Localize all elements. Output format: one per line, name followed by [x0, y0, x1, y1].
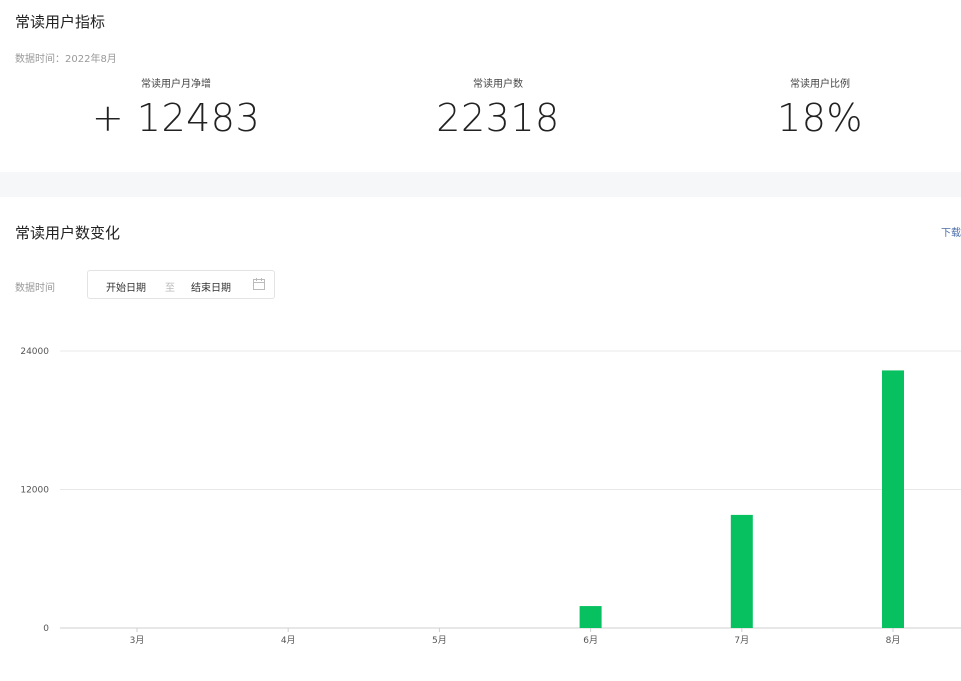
metric-reader-ratio-value: 18%: [777, 96, 863, 140]
x-tick-label: 7月: [734, 635, 749, 646]
x-tick-label: 8月: [886, 635, 901, 646]
date-range-separator: 至: [165, 283, 175, 294]
date-range-picker[interactable]: 开始日期 至 结束日期: [87, 270, 275, 299]
y-tick-label: 24000: [20, 347, 49, 357]
bar: [730, 514, 753, 628]
x-tick-label: 5月: [432, 635, 447, 646]
metrics-section-title: 常读用户指标: [15, 13, 106, 31]
metric-net-growth-label: 常读用户月净增: [141, 79, 211, 90]
bar: [579, 606, 602, 628]
x-tick-label: 4月: [281, 635, 296, 646]
data-time-label: 数据时间：2022年8月: [15, 54, 117, 65]
metric-net-growth: 常读用户月净增 + 12483: [46, 78, 306, 140]
metric-reader-count-label: 常读用户数: [473, 79, 523, 90]
metric-net-growth-value: + 12483: [91, 96, 261, 140]
end-date-input[interactable]: 结束日期: [191, 279, 231, 294]
section-divider: [0, 172, 961, 197]
calendar-icon[interactable]: [253, 278, 265, 290]
x-tick-label: 3月: [130, 635, 145, 646]
metric-reader-count-value: 22318: [436, 96, 560, 140]
page: 常读用户指标 数据时间：2022年8月 常读用户月净增 + 12483 常读用户…: [0, 0, 961, 681]
y-tick-label: 12000: [20, 486, 49, 496]
start-date-input[interactable]: 开始日期: [106, 279, 146, 294]
y-tick-label: 0: [43, 624, 49, 634]
metric-reader-count: 常读用户数 22318: [368, 78, 628, 140]
metric-reader-ratio: 常读用户比例 18%: [690, 78, 950, 140]
reader-count-bar-chart: 0 12000 24000 3月 4月 5月 6月 7月 8月: [20, 347, 961, 646]
x-tick-label: 6月: [583, 635, 598, 646]
date-range-label: 数据时间: [15, 283, 55, 294]
metric-reader-ratio-label: 常读用户比例: [790, 79, 850, 90]
bar: [882, 370, 904, 628]
download-link[interactable]: 下载: [941, 224, 961, 239]
trend-section-title: 常读用户数变化: [15, 224, 121, 242]
